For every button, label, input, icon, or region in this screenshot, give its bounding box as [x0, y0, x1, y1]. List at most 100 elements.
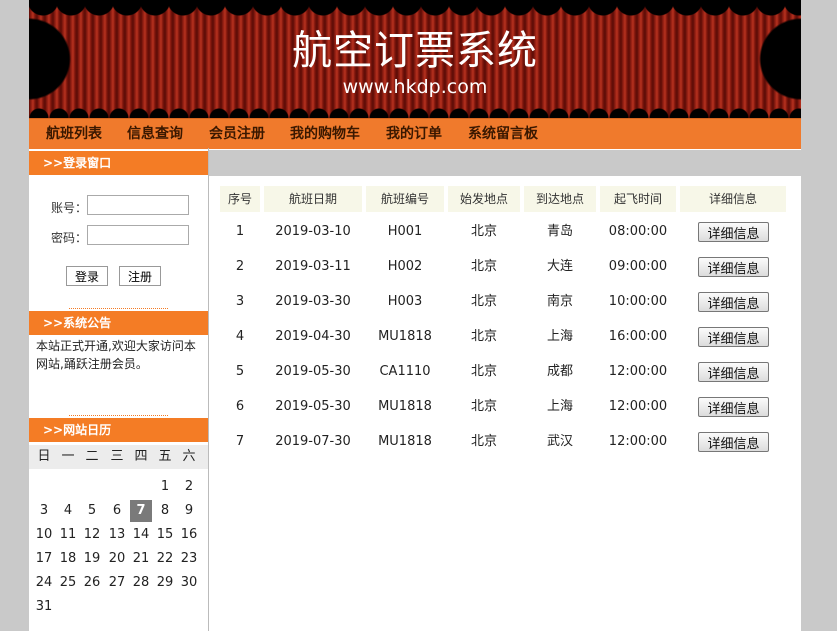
site-title: 航空订票系统 — [292, 28, 538, 74]
calendar-day[interactable]: 17 — [33, 548, 55, 570]
calendar-day[interactable]: 5 — [81, 500, 103, 522]
table-cell: 2019-03-10 — [275, 224, 351, 239]
password-label: 密码： — [51, 231, 88, 245]
nav-info-query[interactable]: 信息查询 — [127, 119, 183, 149]
calendar-day[interactable]: 22 — [154, 548, 176, 570]
calendar-day[interactable]: 8 — [154, 500, 176, 522]
calendar-day[interactable]: 19 — [81, 548, 103, 570]
nav-shopping-cart[interactable]: 我的购物车 — [290, 119, 360, 149]
nav-flight-list[interactable]: 航班列表 — [46, 119, 102, 149]
calendar-heading: >>网站日历 — [29, 415, 208, 442]
calendar-day[interactable]: 30 — [178, 572, 200, 594]
calendar-day[interactable]: 9 — [178, 500, 200, 522]
table-cell: 12:00:00 — [608, 364, 668, 379]
detail-button[interactable]: 详细信息 — [698, 327, 769, 347]
table-header-cell: 序号 — [220, 186, 260, 212]
table-cell: 6 — [235, 399, 245, 414]
table-cell: H002 — [387, 259, 423, 274]
table-cell: MU1818 — [378, 399, 432, 414]
table-cell: 武汉 — [546, 434, 573, 449]
table-header-cell: 航班编号 — [366, 186, 444, 212]
dotted-divider — [69, 308, 168, 309]
table-cell: 1 — [235, 224, 245, 239]
table-cell: 成都 — [546, 364, 573, 379]
calendar-weekday: 三 — [110, 449, 124, 464]
calendar-day[interactable]: 18 — [57, 548, 79, 570]
table-cell: 08:00:00 — [608, 224, 668, 239]
dotted-divider — [69, 415, 168, 416]
table-cell: 5 — [235, 364, 245, 379]
detail-button[interactable]: 详细信息 — [698, 257, 769, 277]
table-cell: 4 — [235, 329, 245, 344]
table-header-cell: 航班日期 — [264, 186, 362, 212]
calendar-day[interactable]: 4 — [57, 500, 79, 522]
calendar-day[interactable]: 27 — [106, 572, 128, 594]
calendar-day[interactable]: 11 — [57, 524, 79, 546]
calendar-day-today[interactable]: 7 — [130, 500, 152, 522]
table-cell: MU1818 — [378, 329, 432, 344]
table-cell: 2019-05-30 — [275, 364, 351, 379]
calendar-day[interactable]: 21 — [130, 548, 152, 570]
detail-button[interactable]: 详细信息 — [698, 222, 769, 242]
nav-message-board[interactable]: 系统留言板 — [468, 119, 538, 149]
calendar-day[interactable]: 16 — [178, 524, 200, 546]
calendar-day[interactable]: 31 — [33, 596, 55, 618]
detail-button[interactable]: 详细信息 — [698, 397, 769, 417]
curtain-fringe — [29, 104, 801, 118]
nav-member-register[interactable]: 会员注册 — [209, 119, 265, 149]
table-cell: 北京 — [470, 364, 497, 379]
calendar-day[interactable]: 10 — [33, 524, 55, 546]
table-cell: 12:00:00 — [608, 434, 668, 449]
calendar-day[interactable]: 24 — [33, 572, 55, 594]
table-cell: 2019-03-11 — [275, 259, 351, 274]
table-header-cell: 始发地点 — [448, 186, 520, 212]
calendar-weekday: 一 — [61, 449, 75, 464]
login-button[interactable]: 登录 — [66, 266, 109, 286]
login-heading-text: >>登录窗口 — [43, 156, 112, 170]
table-cell: 北京 — [470, 294, 497, 309]
table-header-cell: 到达地点 — [524, 186, 596, 212]
calendar-day[interactable]: 3 — [33, 500, 55, 522]
calendar-day[interactable]: 26 — [81, 572, 103, 594]
password-input[interactable] — [87, 225, 189, 245]
table-cell: 南京 — [546, 294, 573, 309]
table-cell: 2019-05-30 — [275, 399, 351, 414]
calendar-weekday: 六 — [182, 449, 196, 464]
notice-heading-text: >>系统公告 — [43, 316, 112, 330]
table-cell: 2019-07-30 — [275, 434, 351, 449]
table-cell: 北京 — [470, 224, 497, 239]
table-cell: 10:00:00 — [608, 294, 668, 309]
calendar-day[interactable]: 23 — [178, 548, 200, 570]
table-header-cell: 详细信息 — [680, 186, 786, 212]
nav-my-orders[interactable]: 我的订单 — [386, 119, 442, 149]
calendar-day[interactable]: 20 — [106, 548, 128, 570]
calendar-weekday: 日 — [37, 449, 51, 464]
calendar-day[interactable]: 13 — [106, 524, 128, 546]
calendar-weekday: 五 — [158, 449, 172, 464]
calendar-day[interactable]: 1 — [154, 476, 176, 498]
register-button[interactable]: 注册 — [119, 266, 162, 286]
detail-button[interactable]: 详细信息 — [698, 292, 769, 312]
calendar-day[interactable]: 14 — [130, 524, 152, 546]
content-title-bar — [209, 150, 801, 176]
detail-button[interactable]: 详细信息 — [698, 362, 769, 382]
calendar-weekday: 二 — [85, 449, 99, 464]
detail-button[interactable]: 详细信息 — [698, 432, 769, 452]
calendar-heading-text: >>网站日历 — [43, 423, 112, 437]
calendar-day[interactable]: 2 — [178, 476, 200, 498]
calendar-day[interactable]: 28 — [130, 572, 152, 594]
table-cell: H003 — [387, 294, 423, 309]
account-input[interactable] — [87, 195, 189, 215]
table-cell: 北京 — [470, 259, 497, 274]
calendar-day[interactable]: 25 — [57, 572, 79, 594]
sidebar: >>登录窗口 账号： 密码： 登录 注册 >>系统公告 本站正式开通,欢迎大家访… — [29, 148, 209, 631]
calendar-day[interactable]: 6 — [106, 500, 128, 522]
table-cell: 12:00:00 — [608, 399, 668, 414]
calendar-day[interactable]: 15 — [154, 524, 176, 546]
calendar-day[interactable]: 12 — [81, 524, 103, 546]
calendar-day[interactable]: 29 — [154, 572, 176, 594]
table-cell: 16:00:00 — [608, 329, 668, 344]
table-cell: 北京 — [470, 399, 497, 414]
calendar-weekday: 四 — [134, 449, 148, 464]
table-cell: CA1110 — [379, 364, 431, 379]
